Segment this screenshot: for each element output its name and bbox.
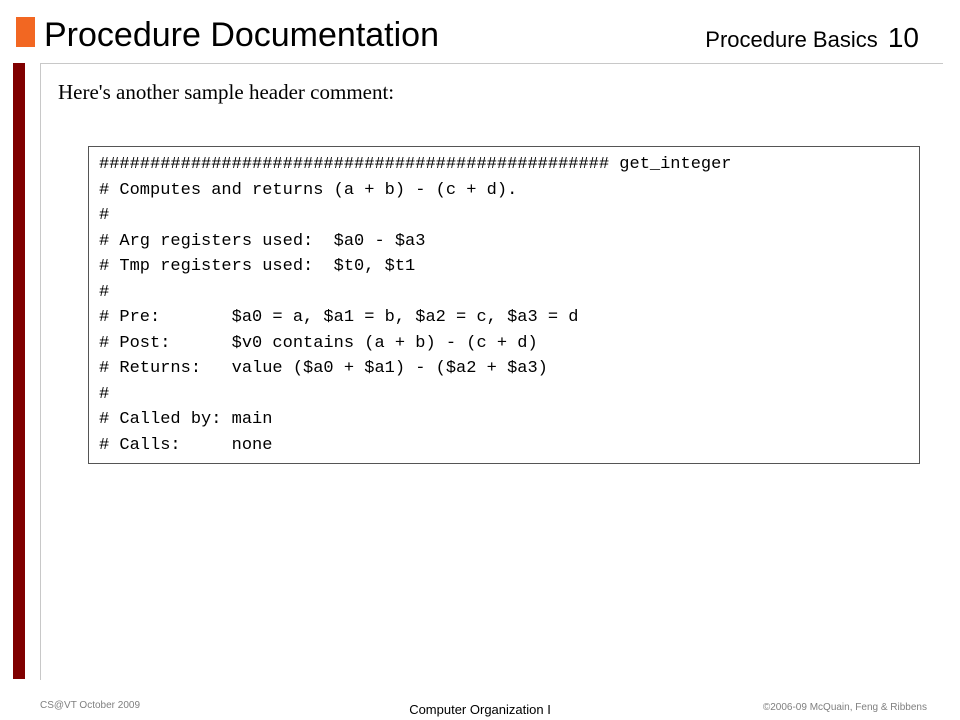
title-accent-square: [16, 17, 35, 47]
code-line: # Tmp registers used: $t0, $t1: [99, 257, 416, 276]
code-line: # Arg registers used: $a0 - $a3: [99, 231, 426, 251]
code-line: ########################################…: [99, 155, 732, 174]
page-number: 10: [887, 22, 919, 53]
section-header: Procedure Basics 10: [705, 20, 919, 58]
code-line: #: [99, 206, 110, 225]
code-line: # Calls: none: [99, 435, 273, 455]
code-line: #: [99, 384, 110, 404]
code-line: # Returns: value ($a0 + $a1) - ($a2 + $a…: [99, 359, 548, 378]
code-lines: ########################################…: [99, 152, 732, 458]
code-block: ########################################…: [88, 146, 920, 464]
footer-copyright: ©2006-09 McQuain, Feng & Ribbens: [762, 702, 927, 713]
section-title: Procedure Basics: [705, 27, 878, 52]
code-line: # Pre: $a0 = a, $a1 = b, $a2 = c, $a3 = …: [99, 308, 579, 327]
code-line: #: [99, 282, 110, 302]
code-line: # Computes and returns (a + b) - (c + d)…: [99, 180, 518, 200]
intro-text: Here's another sample header comment:: [58, 80, 395, 104]
slide-title: Procedure Documentation: [44, 16, 440, 54]
code-line: # Called by: main: [99, 410, 273, 429]
left-accent-bar: [13, 63, 25, 679]
code-line: # Post: $v0 contains (a + b) - (c + d): [99, 333, 538, 353]
